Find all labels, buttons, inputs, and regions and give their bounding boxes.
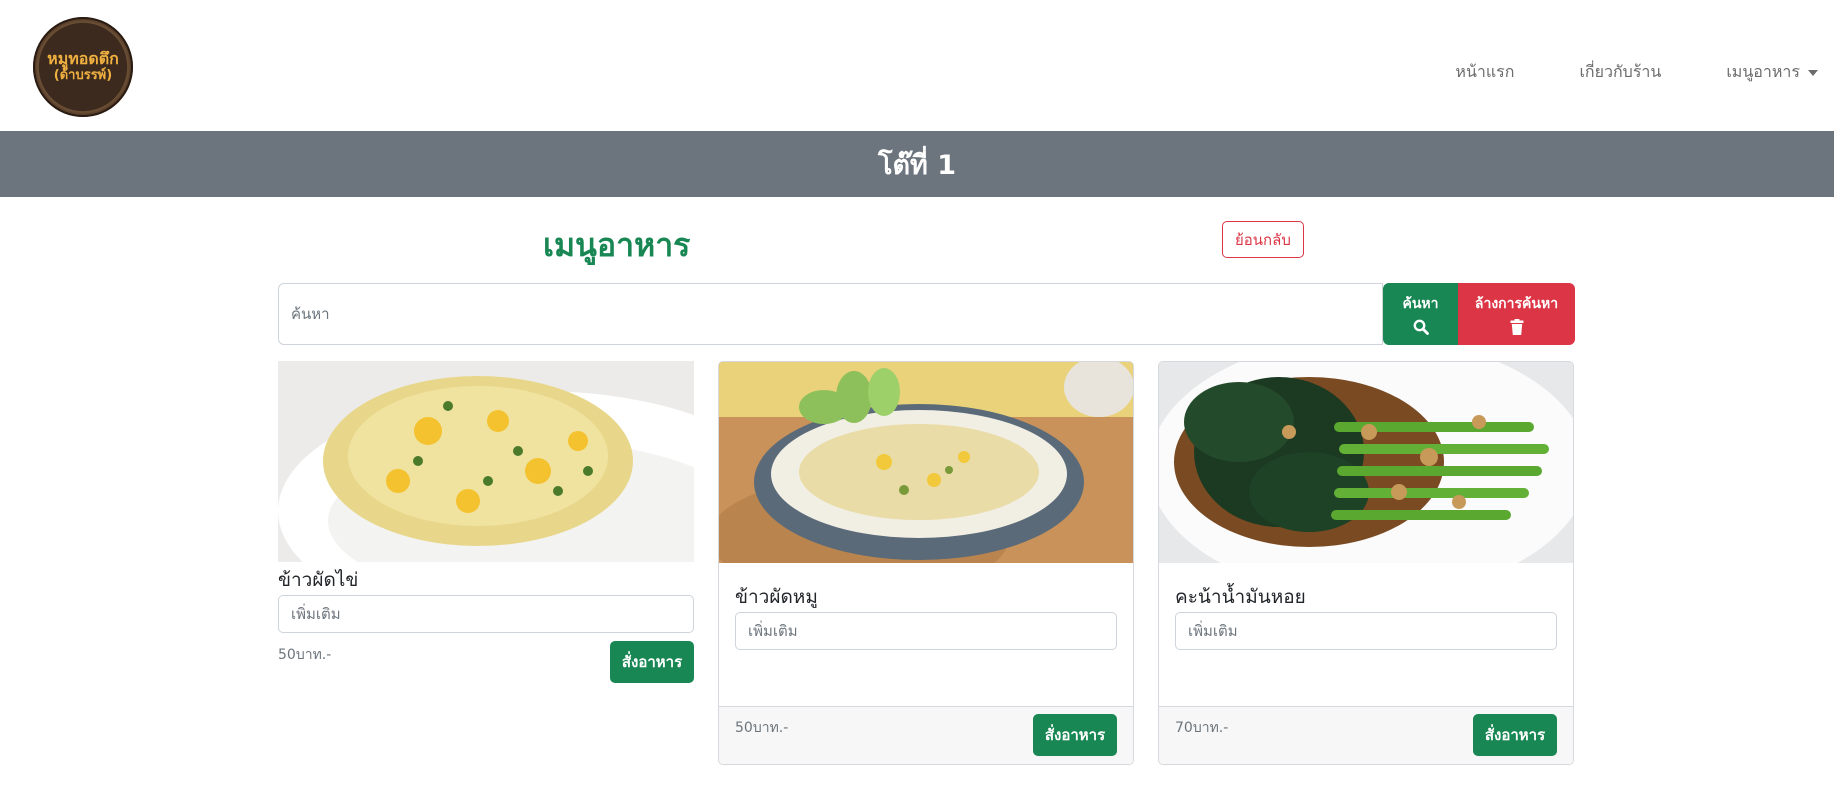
order-button[interactable]: สั่งอาหาร [1473, 714, 1557, 756]
order-button[interactable]: สั่งอาหาร [610, 641, 694, 683]
caret-down-icon [1808, 69, 1818, 76]
back-button[interactable]: ย้อนกลับ [1222, 221, 1304, 258]
search-button[interactable]: ค้นหา [1383, 283, 1458, 345]
card-footer: 50บาท.- สั่งอาหาร [719, 706, 1133, 764]
nav-link-home[interactable]: หน้าแรก [1455, 60, 1514, 85]
card-title: ข้าวผัดหมู [735, 586, 818, 608]
note-input[interactable] [278, 595, 694, 633]
clear-search-label: ล้างการค้นหา [1474, 296, 1559, 312]
search-button-label: ค้นหา [1402, 296, 1439, 312]
page-title: เมนูอาหาร [543, 226, 691, 264]
card-title: ข้าวผัดไข่ [278, 569, 359, 591]
card-footer: 70บาท.- สั่งอาหาร [1159, 706, 1573, 764]
menu-card: ข้าวผัดหมู 50บาท.- สั่งอาหาร [718, 361, 1134, 765]
price-label: 70บาท.- [1175, 720, 1229, 736]
food-image-fried-rice-egg [278, 361, 694, 562]
food-image-fried-rice-pork [719, 362, 1133, 563]
card-title: คะน้าน้ำมันหอย [1175, 586, 1306, 608]
search-input[interactable] [278, 283, 1383, 345]
price-label: 50บาท.- [735, 720, 789, 736]
search-bar: ค้นหา ล้างการค้นหา [278, 283, 1575, 345]
logo-line-2: (ด้าบรรพ์) [53, 68, 113, 83]
menu-card: ข้าวผัดไข่ 50บาท.- สั่งอาหาร [278, 361, 694, 691]
table-banner: โต๊ที่ 1 [0, 131, 1834, 197]
navbar: หมูทอดตึก (ด้าบรรพ์) หน้าแรก เกี่ยวกับร้… [0, 0, 1834, 131]
clear-search-button[interactable]: ล้างการค้นหา [1458, 283, 1575, 345]
nav-dropdown-menu[interactable]: เมนูอาหาร [1726, 60, 1818, 85]
price-label: 50บาท.- [278, 647, 332, 663]
food-image-kale-oyster-sauce [1159, 362, 1573, 563]
trash-icon [1510, 319, 1523, 335]
nav-link-about[interactable]: เกี่ยวกับร้าน [1579, 60, 1661, 85]
logo-line-1: หมูทอดตึก [47, 49, 119, 68]
menu-card: คะน้าน้ำมันหอย 70บาท.- สั่งอาหาร [1158, 361, 1574, 765]
note-input[interactable] [735, 612, 1117, 650]
note-input[interactable] [1175, 612, 1557, 650]
restaurant-logo[interactable]: หมูทอดตึก (ด้าบรรพ์) [33, 17, 133, 117]
nav-links: หน้าแรก เกี่ยวกับร้าน เมนูอาหาร [1390, 60, 1818, 85]
nav-dropdown-label: เมนูอาหาร [1726, 62, 1800, 81]
table-label: โต๊ที่ 1 [877, 149, 957, 181]
order-button[interactable]: สั่งอาหาร [1033, 714, 1117, 756]
search-icon [1413, 319, 1429, 335]
